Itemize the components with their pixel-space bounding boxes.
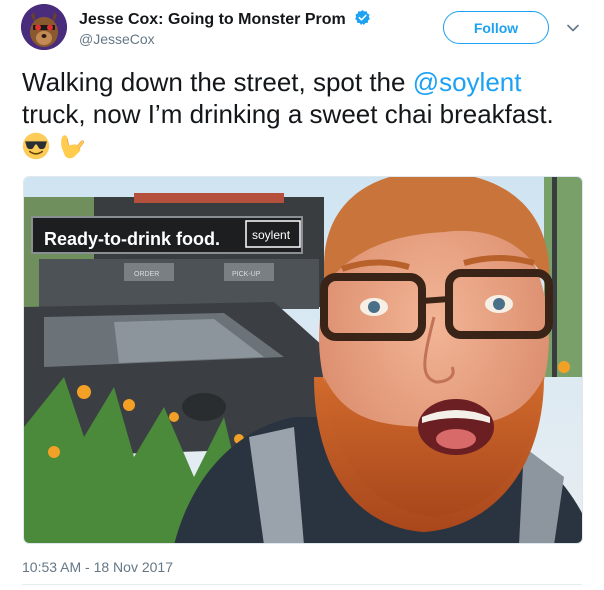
avatar-image: [21, 4, 67, 50]
truck-window-left: ORDER: [134, 271, 159, 278]
selfie-photo-image: Ready-to-drink food. soylent ORDER PICK-…: [24, 177, 582, 543]
divider: [22, 584, 582, 585]
truck-window-right: PICK-UP: [232, 271, 261, 278]
mention-link[interactable]: @soylent: [413, 67, 522, 97]
chevron-down-icon[interactable]: [565, 20, 581, 36]
tweet-photo[interactable]: Ready-to-drink food. soylent ORDER PICK-…: [23, 176, 583, 544]
truck-sign-text: Ready-to-drink food.: [44, 229, 220, 249]
avatar[interactable]: [21, 4, 67, 50]
tweet-text-part: Walking down the street, spot the: [22, 67, 413, 97]
tweet-text: Walking down the street, spot the @soyle…: [22, 66, 582, 162]
author-name-row[interactable]: Jesse Cox: Going to Monster Prom: [79, 9, 371, 29]
call-me-hand-icon: [61, 135, 85, 159]
tweet-timestamp[interactable]: 10:53 AM - 18 Nov 2017: [22, 559, 173, 575]
author-name[interactable]: Jesse Cox: Going to Monster Prom: [79, 11, 346, 28]
follow-button[interactable]: Follow: [443, 11, 549, 44]
author-handle[interactable]: @JesseCox: [79, 31, 155, 47]
tweet-text-part: truck, now I’m drinking a sweet chai bre…: [22, 99, 554, 129]
tweet-card: Jesse Cox: Going to Monster Prom @JesseC…: [0, 0, 604, 590]
truck-brand-text: soylent: [252, 228, 291, 242]
verified-badge-icon: [355, 10, 371, 25]
smiling-face-with-sunglasses-icon: [22, 132, 50, 160]
